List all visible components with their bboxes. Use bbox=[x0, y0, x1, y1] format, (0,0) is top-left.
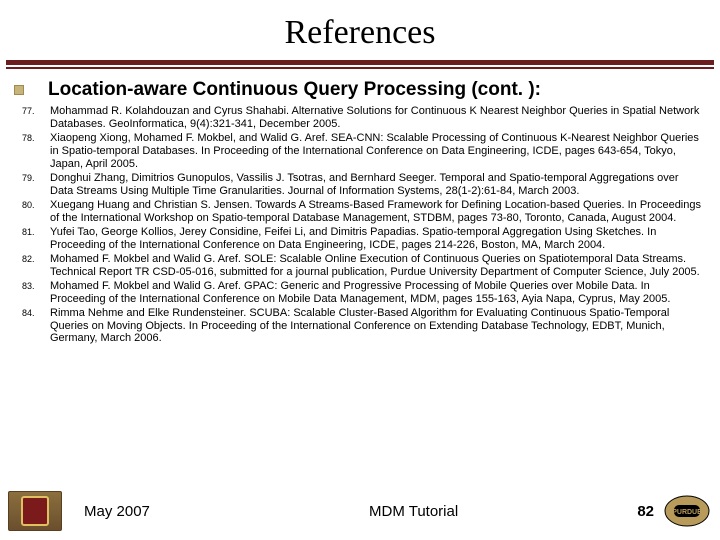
section-heading-row: Location-aware Continuous Query Processi… bbox=[12, 79, 710, 101]
reference-list: 77.Mohammad R. Kolahdouzan and Cyrus Sha… bbox=[12, 105, 710, 345]
reference-text: Donghui Zhang, Dimitrios Gunopulos, Vass… bbox=[50, 172, 710, 198]
reference-number: 78. bbox=[12, 132, 50, 171]
purdue-logo-icon: PURDUE bbox=[662, 492, 712, 530]
reference-number: 81. bbox=[12, 226, 50, 252]
reference-text: Mohamed F. Mokbel and Walid G. Aref. SOL… bbox=[50, 253, 710, 279]
reference-text: Rimma Nehme and Elke Rundensteiner. SCUB… bbox=[50, 307, 710, 346]
svg-text:PURDUE: PURDUE bbox=[672, 509, 702, 516]
reference-number: 80. bbox=[12, 199, 50, 225]
reference-item: 84.Rimma Nehme and Elke Rundensteiner. S… bbox=[12, 307, 710, 346]
bullet-square-icon bbox=[14, 85, 24, 95]
content-area: Location-aware Continuous Query Processi… bbox=[0, 69, 720, 345]
reference-text: Xiaopeng Xiong, Mohamed F. Mokbel, and W… bbox=[50, 132, 710, 171]
footer: May 2007 MDM Tutorial 82 PURDUE bbox=[0, 488, 720, 534]
reference-number: 77. bbox=[12, 105, 50, 131]
reference-number: 84. bbox=[12, 307, 50, 346]
reference-number: 83. bbox=[12, 280, 50, 306]
slide: References Location-aware Continuous Que… bbox=[0, 0, 720, 540]
divider bbox=[6, 60, 714, 69]
reference-item: 80.Xuegang Huang and Christian S. Jensen… bbox=[12, 199, 710, 225]
reference-text: Xuegang Huang and Christian S. Jensen. T… bbox=[50, 199, 710, 225]
reference-item: 83.Mohamed F. Mokbel and Walid G. Aref. … bbox=[12, 280, 710, 306]
footer-center: MDM Tutorial bbox=[150, 503, 637, 520]
footer-date: May 2007 bbox=[84, 503, 150, 520]
reference-text: Mohammad R. Kolahdouzan and Cyrus Shahab… bbox=[50, 105, 710, 131]
umn-logo-icon bbox=[8, 491, 62, 531]
section-heading: Location-aware Continuous Query Processi… bbox=[48, 79, 541, 101]
reference-item: 77.Mohammad R. Kolahdouzan and Cyrus Sha… bbox=[12, 105, 710, 131]
reference-number: 79. bbox=[12, 172, 50, 198]
reference-item: 78.Xiaopeng Xiong, Mohamed F. Mokbel, an… bbox=[12, 132, 710, 171]
slide-title: References bbox=[0, 0, 720, 60]
reference-text: Mohamed F. Mokbel and Walid G. Aref. GPA… bbox=[50, 280, 710, 306]
reference-item: 82.Mohamed F. Mokbel and Walid G. Aref. … bbox=[12, 253, 710, 279]
page-number: 82 bbox=[637, 503, 654, 520]
reference-number: 82. bbox=[12, 253, 50, 279]
reference-text: Yufei Tao, George Kollios, Jerey Considi… bbox=[50, 226, 710, 252]
reference-item: 79.Donghui Zhang, Dimitrios Gunopulos, V… bbox=[12, 172, 710, 198]
reference-item: 81.Yufei Tao, George Kollios, Jerey Cons… bbox=[12, 226, 710, 252]
